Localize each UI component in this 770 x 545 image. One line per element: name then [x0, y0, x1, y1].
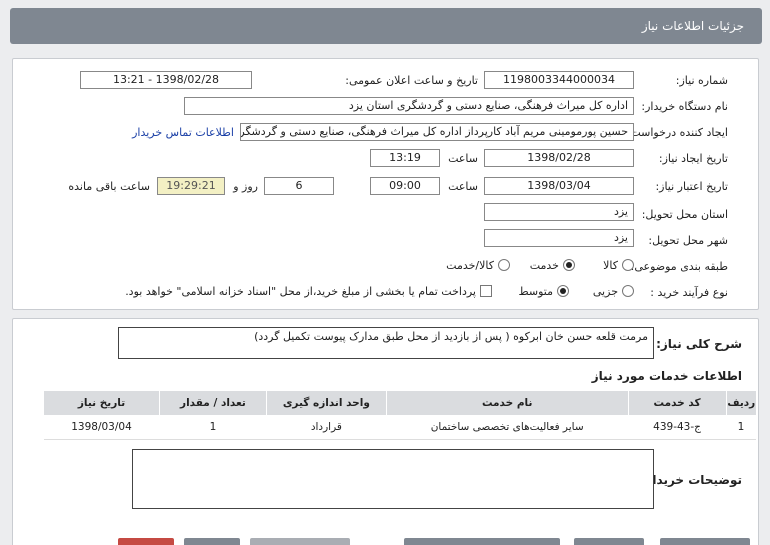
- validity-date-label: تاریخ اعتبار نیاز:: [655, 180, 728, 193]
- col-row-number: ردیف: [725, 391, 756, 415]
- category-service-text: خدمت: [529, 258, 559, 272]
- category-goods-radio[interactable]: [622, 259, 634, 271]
- process-medium-text: متوسط: [518, 284, 553, 298]
- category-goods-text: کالا: [603, 258, 618, 272]
- buyer-contact-link[interactable]: اطلاعات تماس خریدار: [132, 126, 234, 139]
- days-label: روز و: [233, 180, 258, 193]
- summary-label: شرح کلی نیاز:: [656, 337, 742, 351]
- buyer-notes-field: [132, 449, 654, 509]
- announce-label: تاریخ و ساعت اعلان عمومی:: [345, 74, 478, 87]
- treasury-payment-text: پرداخت تمام یا بخشی از مبلغ خرید،از محل …: [125, 284, 476, 298]
- page-header: جزئیات اطلاعات نیاز: [10, 8, 762, 44]
- process-minor-text: جزیی: [592, 284, 618, 298]
- bottom-button-2[interactable]: [574, 538, 644, 545]
- cell-need-date: 1398/03/04: [43, 415, 160, 440]
- category-both-text: کالا/خدمت: [446, 258, 494, 272]
- requester-field: حسین پورمومینی مریم آباد کارپرداز اداره …: [240, 123, 634, 141]
- remaining-label: ساعت باقی مانده: [68, 180, 150, 193]
- category-service-option[interactable]: خدمت: [530, 258, 575, 272]
- process-minor-radio[interactable]: [622, 285, 634, 297]
- buyer-notes-label: توضیحات خریدار:: [640, 473, 742, 487]
- table-row: 1 ج-43-439 سایر فعالیت‌های تخصصی ساختمان…: [43, 415, 756, 440]
- created-date-field: 1398/02/28: [484, 149, 634, 167]
- buyer-org-field: اداره کل میراث فرهنگی، صنایع دستی و گردش…: [184, 97, 634, 115]
- cell-row-number: 1: [726, 415, 756, 440]
- col-quantity: تعداد / مقدار: [159, 391, 267, 415]
- need-details-panel: شرح کلی نیاز: مرمت قلعه حسن خان ابرکوه (…: [12, 318, 759, 545]
- col-unit: واحد اندازه گیری: [265, 391, 387, 415]
- province-label: استان محل تحویل:: [641, 208, 728, 221]
- process-minor-option[interactable]: جزیی: [593, 284, 634, 298]
- created-time-field: 13:19: [370, 149, 440, 167]
- cell-quantity: 1: [159, 415, 267, 440]
- city-field: یزد: [484, 229, 634, 247]
- validity-time-label: ساعت: [448, 180, 478, 193]
- created-date-label: تاریخ ایجاد نیاز:: [658, 152, 728, 165]
- process-medium-option[interactable]: متوسط: [518, 284, 569, 298]
- cell-service-code: ج-43-439: [628, 415, 727, 440]
- days-field: 6: [264, 177, 334, 195]
- validity-time-field: 09:00: [370, 177, 440, 195]
- city-label: شهر محل تحویل:: [648, 234, 728, 247]
- treasury-payment-checkbox[interactable]: [480, 285, 492, 297]
- category-goods-option[interactable]: کالا: [603, 258, 634, 272]
- bottom-button-5[interactable]: [184, 538, 240, 545]
- province-field: یزد: [484, 203, 634, 221]
- treasury-payment-option[interactable]: پرداخت تمام یا بخشی از مبلغ خرید،از محل …: [125, 284, 492, 298]
- bottom-button-4[interactable]: [250, 538, 350, 545]
- summary-field: مرمت قلعه حسن خان ابرکوه ( پس از بازدید …: [118, 327, 654, 359]
- created-time-label: ساعت: [448, 152, 478, 165]
- services-title: اطلاعات خدمات مورد نیاز: [591, 369, 742, 383]
- category-both-radio[interactable]: [498, 259, 510, 271]
- category-service-radio[interactable]: [563, 259, 575, 271]
- process-label: نوع فرآیند خرید :: [650, 286, 728, 299]
- validity-date-field: 1398/03/04: [484, 177, 634, 195]
- requester-label: ایجاد کننده درخواست:: [626, 126, 728, 139]
- col-service-code: کد خدمت: [627, 391, 727, 415]
- cell-service-name: سایر فعالیت‌های تخصصی ساختمان: [386, 415, 629, 440]
- bottom-button-3[interactable]: [404, 538, 560, 545]
- bottom-button-1[interactable]: [660, 538, 750, 545]
- remaining-time-field: 19:29:21: [157, 177, 225, 195]
- need-number-field: 1198003344000034: [484, 71, 634, 89]
- bottom-button-6[interactable]: [118, 538, 174, 545]
- need-number-label: شماره نیاز:: [675, 74, 728, 87]
- page-title: جزئیات اطلاعات نیاز: [641, 19, 744, 33]
- category-label: طبقه بندی موضوعی:: [630, 260, 728, 273]
- announce-field: 1398/02/28 - 13:21: [80, 71, 252, 89]
- services-header-row: ردیف کد خدمت نام خدمت واحد اندازه گیری ت…: [43, 391, 756, 415]
- category-both-option[interactable]: کالا/خدمت: [446, 258, 510, 272]
- col-service-name: نام خدمت: [385, 391, 629, 415]
- buyer-org-label: نام دستگاه خریدار:: [641, 100, 728, 113]
- cell-unit: قرارداد: [266, 415, 387, 440]
- need-info-panel: شماره نیاز: 1198003344000034 تاریخ و ساع…: [12, 58, 759, 310]
- process-medium-radio[interactable]: [557, 285, 569, 297]
- services-table: ردیف کد خدمت نام خدمت واحد اندازه گیری ت…: [43, 391, 756, 440]
- col-need-date: تاریخ نیاز: [43, 391, 160, 415]
